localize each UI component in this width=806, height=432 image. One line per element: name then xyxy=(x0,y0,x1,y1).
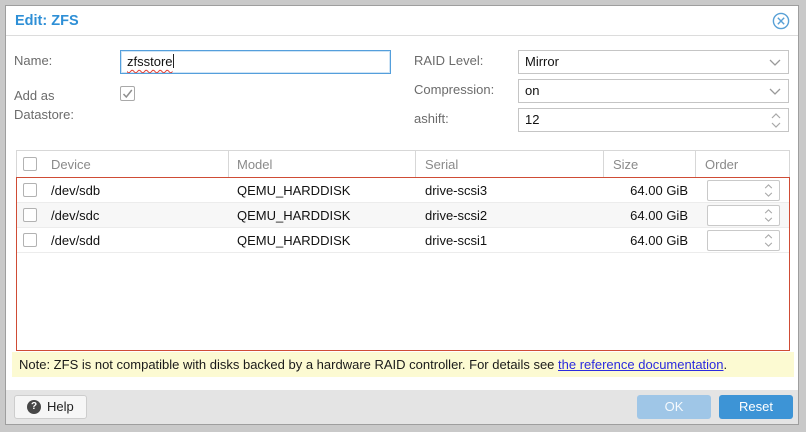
name-label: Name: xyxy=(14,49,52,73)
raid-level-select[interactable]: Mirror xyxy=(518,50,789,74)
disk-table-header: Device Model Serial Size Order xyxy=(16,150,790,177)
size-cell: 64.00 GiB xyxy=(604,178,696,202)
table-row[interactable]: /dev/sdb QEMU_HARDDISK drive-scsi3 64.00… xyxy=(17,178,789,203)
row-checkbox[interactable] xyxy=(23,233,37,247)
model-cell: QEMU_HARDDISK xyxy=(229,228,416,252)
ashift-label: ashift: xyxy=(414,107,449,131)
help-button-label: Help xyxy=(47,395,74,419)
table-row[interactable]: /dev/sdc QEMU_HARDDISK drive-scsi2 64.00… xyxy=(17,203,789,228)
raid-level-label: RAID Level: xyxy=(414,49,483,73)
device-cell: /dev/sdb xyxy=(43,178,229,202)
column-header-order[interactable]: Order xyxy=(696,151,789,177)
note-text: Note: ZFS is not compatible with disks b… xyxy=(19,357,558,372)
datastore-checkbox[interactable] xyxy=(120,86,135,101)
close-icon[interactable] xyxy=(772,12,790,30)
model-cell: QEMU_HARDDISK xyxy=(229,178,416,202)
note-suffix: . xyxy=(724,357,728,372)
help-button[interactable]: ? Help xyxy=(14,395,87,419)
device-cell: /dev/sdd xyxy=(43,228,229,252)
name-value: zfsstore xyxy=(127,54,173,69)
spinner-up-down-icon[interactable] xyxy=(764,181,773,200)
spinner-up-down-icon[interactable] xyxy=(771,109,781,131)
serial-cell: drive-scsi2 xyxy=(416,203,604,227)
device-cell: /dev/sdc xyxy=(43,203,229,227)
column-header-device[interactable]: Device xyxy=(43,151,229,177)
row-checkbox[interactable] xyxy=(23,208,37,222)
column-header-model[interactable]: Model xyxy=(229,151,416,177)
size-cell: 64.00 GiB xyxy=(604,203,696,227)
dialog-header: Edit: ZFS xyxy=(6,6,798,36)
dialog-title: Edit: ZFS xyxy=(15,6,79,36)
table-row[interactable]: /dev/sdd QEMU_HARDDISK drive-scsi1 64.00… xyxy=(17,228,789,253)
order-spinner[interactable] xyxy=(707,180,780,201)
spinner-up-down-icon[interactable] xyxy=(764,206,773,225)
question-mark-icon: ? xyxy=(27,400,41,414)
ok-button[interactable]: OK xyxy=(637,395,711,419)
compression-select[interactable]: on xyxy=(518,79,789,103)
serial-cell: drive-scsi3 xyxy=(416,178,604,202)
edit-zfs-dialog: Edit: ZFS Name: zfsstore Add as Datastor… xyxy=(5,5,799,425)
compression-label: Compression: xyxy=(414,78,494,102)
order-spinner[interactable] xyxy=(707,230,780,251)
raid-level-value: Mirror xyxy=(525,54,559,69)
spinner-up-down-icon[interactable] xyxy=(764,231,773,250)
datastore-label: Add as Datastore: xyxy=(14,86,86,124)
reset-button[interactable]: Reset xyxy=(719,395,793,419)
column-header-size[interactable]: Size xyxy=(604,151,696,177)
compression-value: on xyxy=(525,83,539,98)
reference-documentation-link[interactable]: the reference documentation xyxy=(558,357,724,372)
serial-cell: drive-scsi1 xyxy=(416,228,604,252)
name-input[interactable]: zfsstore xyxy=(120,50,391,74)
zfs-note: Note: ZFS is not compatible with disks b… xyxy=(12,352,794,377)
order-spinner[interactable] xyxy=(707,205,780,226)
dialog-footer: ? Help OK Reset xyxy=(6,390,798,424)
chevron-down-icon[interactable] xyxy=(769,51,781,73)
chevron-down-icon[interactable] xyxy=(769,80,781,102)
select-all-checkbox[interactable] xyxy=(23,157,37,171)
model-cell: QEMU_HARDDISK xyxy=(229,203,416,227)
disk-table-body: /dev/sdb QEMU_HARDDISK drive-scsi3 64.00… xyxy=(16,177,790,351)
text-caret xyxy=(173,54,174,68)
size-cell: 64.00 GiB xyxy=(604,228,696,252)
disk-table: Device Model Serial Size Order /dev/sdb … xyxy=(16,150,790,351)
column-header-serial[interactable]: Serial xyxy=(416,151,604,177)
ashift-value: 12 xyxy=(525,112,539,127)
ashift-spinner[interactable]: 12 xyxy=(518,108,789,132)
row-checkbox[interactable] xyxy=(23,183,37,197)
